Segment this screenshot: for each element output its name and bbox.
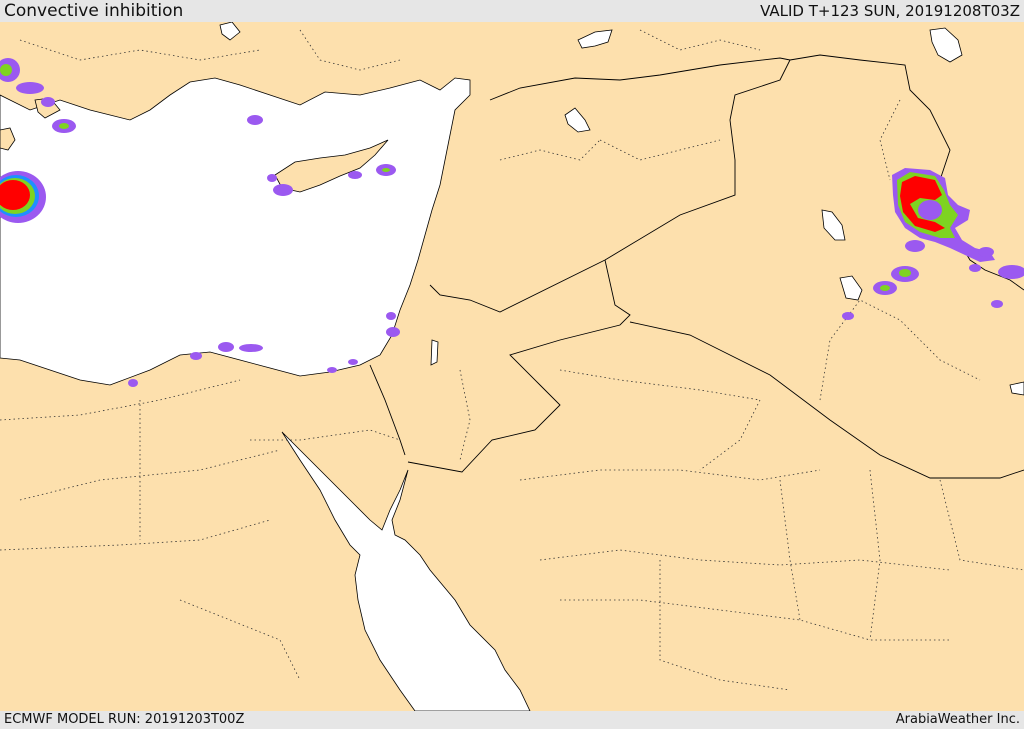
cin-blob-egypt-1	[218, 342, 234, 352]
cin-blob-iraq-6	[969, 264, 981, 272]
cin-blob-med-1	[247, 115, 263, 125]
footer-bar: ECMWF MODEL RUN: 20191203T00Z ArabiaWeat…	[0, 711, 1024, 729]
cin-blob-egypt-3	[190, 352, 202, 360]
cin-blob-med-2	[273, 184, 293, 196]
cin-blob-aegean-3	[41, 97, 55, 107]
valid-time: VALID T+123 SUN, 20191208T03Z	[760, 2, 1020, 20]
cin-blob-iraq-9	[978, 247, 994, 257]
cin-blob-egypt-4	[128, 379, 138, 387]
cin-blob-egypt-2	[239, 344, 263, 352]
cin-blob-iraq-8	[991, 300, 1003, 308]
cin-blob-levant-1	[386, 312, 396, 320]
cin-blob-levant-2	[386, 327, 400, 337]
weather-map[interactable]	[0, 22, 1024, 711]
brand-name: ArabiaWeather Inc.	[895, 712, 1020, 727]
cin-blob-med-3	[267, 174, 277, 182]
cin-blob-egypt-6	[348, 359, 358, 365]
dead-sea	[430, 339, 439, 366]
cin-blob-iraq-5	[842, 312, 854, 320]
map-title: Convective inhibition	[4, 1, 184, 21]
cin-blob-iraq-2	[905, 240, 925, 252]
cin-blob-aegean-2	[16, 82, 44, 94]
model-run: ECMWF MODEL RUN: 20191203T00Z	[4, 712, 245, 727]
cin-blob-med-4	[348, 171, 362, 179]
cin-blob-iraq-inner-purple	[918, 200, 942, 220]
header-bar: Convective inhibition VALID T+123 SUN, 2…	[0, 0, 1024, 22]
cin-blob-egypt-5	[327, 367, 337, 373]
